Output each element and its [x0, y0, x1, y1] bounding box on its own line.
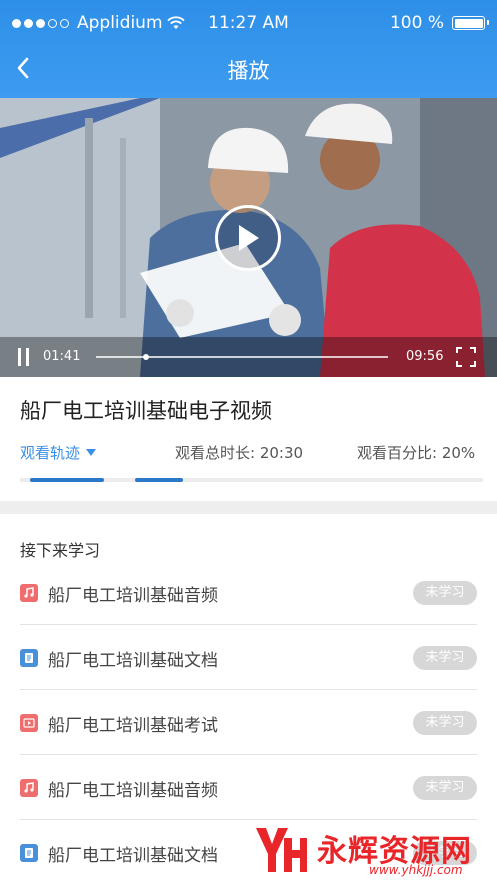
watch-segment [30, 478, 104, 482]
stats-row: 观看轨迹 观看总时长: 20:30 观看百分比: 20% [0, 440, 497, 466]
list-item[interactable]: 船厂电工培训基础文档 未学习 [20, 625, 477, 690]
watermark-logo-icon [256, 828, 307, 872]
list-item-label: 船厂电工培训基础文档 [48, 846, 218, 866]
seek-bar[interactable] [96, 354, 388, 360]
pause-button[interactable] [18, 348, 29, 366]
list-item[interactable]: 船厂电工培训基础考试 未学习 [20, 690, 477, 755]
battery-percent: 100 % [389, 13, 444, 33]
audio-icon [20, 779, 38, 797]
play-icon [239, 225, 259, 251]
watch-track-dropdown[interactable]: 观看轨迹 [20, 442, 97, 463]
current-time: 01:41 [43, 349, 81, 364]
status-badge: 未学习 [413, 646, 477, 670]
list-item-label: 船厂电工培训基础音频 [48, 781, 218, 801]
list-item-label: 船厂电工培训基础考试 [48, 716, 218, 736]
fullscreen-icon[interactable] [456, 347, 476, 367]
watch-segment [135, 478, 183, 482]
list-item-label: 船厂电工培训基础音频 [48, 586, 218, 606]
status-badge: 未学习 [413, 711, 477, 735]
watermark-url: www.yhkjjj.com [369, 863, 463, 877]
audio-icon [20, 584, 38, 602]
battery-info: 100 % [389, 13, 489, 33]
list-item[interactable]: 船厂电工培训基础音频 未学习 [20, 755, 477, 820]
play-button[interactable] [215, 205, 281, 271]
caret-down-icon [86, 448, 97, 456]
document-icon [20, 649, 38, 667]
app-header: Applidium 11:27 AM 100 % 播放 [0, 0, 497, 98]
section-divider [0, 501, 497, 514]
status-badge: 未学习 [413, 581, 477, 605]
total-time: 09:56 [406, 349, 444, 364]
watch-track-label: 观看轨迹 [20, 444, 81, 462]
player-controls: 01:41 09:56 [0, 337, 497, 377]
page-title: 播放 [227, 59, 270, 83]
watch-percent: 观看百分比: 20% [357, 444, 476, 462]
document-icon [20, 844, 38, 862]
course-title: 船厂电工培训基础电子视频 [20, 399, 272, 423]
total-watch-time: 观看总时长: 20:30 [175, 444, 304, 462]
watch-track-bar [20, 478, 483, 482]
status-bar: Applidium 11:27 AM 100 % [0, 0, 497, 46]
video-player[interactable]: 01:41 09:56 [0, 98, 497, 377]
seek-thumb[interactable] [142, 354, 149, 360]
battery-icon [452, 16, 489, 30]
list-item-label: 船厂电工培训基础文档 [48, 651, 218, 671]
list-item[interactable]: 船厂电工培训基础音频 未学习 [20, 560, 477, 625]
watermark: 永辉资源网 www.yhkjjj.com [247, 822, 497, 883]
exam-icon [20, 714, 38, 732]
next-up-header: 接下来学习 [20, 541, 101, 560]
status-badge: 未学习 [413, 776, 477, 800]
